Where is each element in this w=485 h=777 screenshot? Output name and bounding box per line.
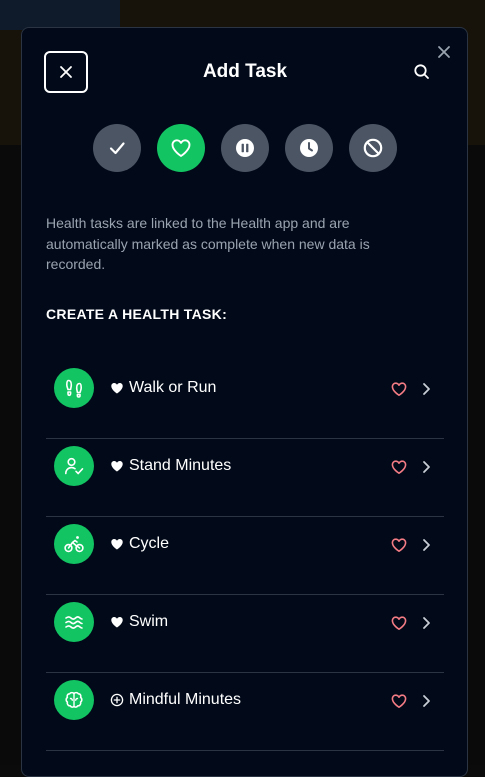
heart-outline-icon — [390, 380, 408, 398]
task-label-text: Mindful Minutes — [129, 691, 242, 708]
type-health-button[interactable] — [157, 124, 205, 172]
task-label: Stand Minutes — [110, 455, 231, 477]
type-pause-button[interactable] — [221, 124, 269, 172]
health-description: Health tasks are linked to the Health ap… — [46, 215, 370, 272]
task-label-text: Walk or Run — [129, 379, 217, 396]
task-row-swim[interactable]: Swim — [46, 596, 444, 673]
footprints-icon — [54, 368, 94, 408]
modal-title: Add Task — [202, 61, 288, 82]
clock-icon — [300, 139, 318, 157]
task-label-text: Swim — [129, 613, 169, 630]
person-check-icon — [54, 446, 94, 486]
chevron-right-icon — [419, 380, 433, 398]
close-button[interactable] — [44, 51, 88, 93]
add-task-modal: Add Task Health tasks are linked to the … — [21, 27, 468, 777]
heart-filled-icon — [110, 615, 124, 629]
check-icon — [109, 142, 125, 155]
close-icon — [60, 66, 72, 78]
task-label: Mindful Minutes — [110, 689, 241, 711]
task-type-selector — [93, 124, 398, 172]
plus-circle-icon — [110, 693, 124, 707]
type-blocked-button[interactable] — [349, 124, 397, 172]
task-label: Walk or Run — [110, 377, 216, 399]
task-label-text: Stand Minutes — [129, 457, 232, 474]
chevron-right-icon — [419, 536, 433, 554]
brain-icon — [54, 680, 94, 720]
type-clock-button[interactable] — [285, 124, 333, 172]
chevron-right-icon — [419, 614, 433, 632]
task-row-cycle[interactable]: Cycle — [46, 518, 444, 595]
search-button[interactable] — [412, 62, 432, 82]
task-label: Swim — [110, 611, 168, 633]
heart-outline-icon — [390, 458, 408, 476]
heart-outline-icon — [390, 536, 408, 554]
search-icon — [414, 64, 429, 79]
task-row-mindful-minutes[interactable]: Mindful Minutes — [46, 674, 444, 751]
heart-filled-icon — [110, 537, 124, 551]
type-checkmark-button[interactable] — [93, 124, 141, 172]
chevron-right-icon — [419, 458, 433, 476]
chevron-right-icon — [419, 692, 433, 710]
heart-filled-icon — [110, 459, 124, 473]
heart-outline-icon — [390, 614, 408, 632]
task-label-text: Cycle — [129, 535, 170, 552]
health-task-list: Walk or Run Stand Minutes Cycle Swim Min… — [46, 362, 444, 752]
task-row-walk-or-run[interactable]: Walk or Run — [46, 362, 444, 439]
heart-outline-icon — [390, 692, 408, 710]
task-label: Cycle — [110, 533, 169, 555]
backdrop-block — [0, 0, 120, 30]
section-heading: CREATE A HEALTH TASK: — [46, 306, 228, 322]
pause-icon — [236, 139, 254, 157]
waves-icon — [54, 602, 94, 642]
heart-icon — [171, 139, 191, 157]
modal-header: Add Task — [44, 51, 446, 93]
bike-icon — [54, 524, 94, 564]
task-row-stand-minutes[interactable]: Stand Minutes — [46, 440, 444, 517]
block-icon — [363, 138, 383, 158]
heart-filled-icon — [110, 381, 124, 395]
